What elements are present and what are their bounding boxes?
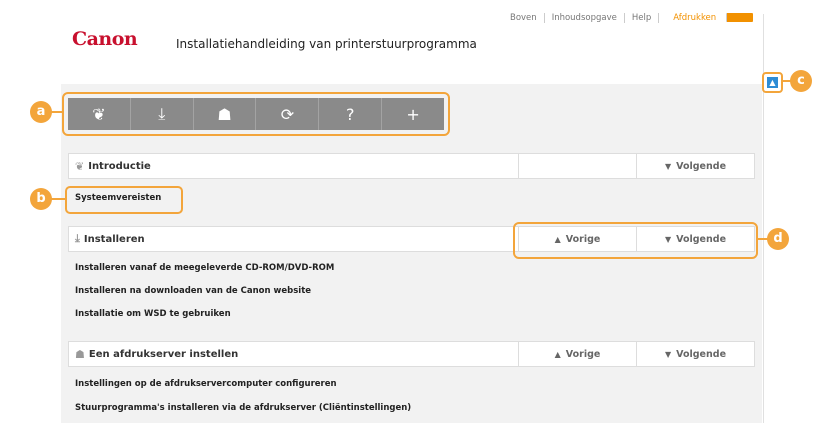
- callout-line-b: [51, 198, 66, 200]
- link-boven[interactable]: Boven: [503, 13, 544, 23]
- download-icon[interactable]: ⤓: [131, 98, 194, 130]
- callout-b: b: [30, 188, 52, 210]
- printer-icon: [726, 13, 754, 22]
- callout-d: d: [767, 228, 789, 250]
- link-help[interactable]: Help: [623, 13, 658, 23]
- highlight-nav: [513, 222, 758, 259]
- link-install-wsd[interactable]: Installatie om WSD te gebruiken: [75, 309, 231, 319]
- toolbar-highlight: ❦ ⤓ ☗ ⟳ ? +: [62, 92, 450, 136]
- prev-empty: [518, 154, 636, 178]
- section-title: Installeren: [83, 233, 145, 245]
- triangle-up-icon: ▲: [554, 349, 561, 359]
- prev-button[interactable]: ▲ Vorige: [518, 342, 636, 366]
- arrow-up-icon: ▲: [767, 77, 778, 88]
- link-inhoudsopgave[interactable]: Inhoudsopgave: [543, 13, 624, 23]
- section-title: Introductie: [88, 160, 151, 172]
- callout-c: c: [790, 70, 812, 92]
- back-to-top-button[interactable]: ▲: [762, 72, 783, 93]
- callout-a: a: [30, 101, 52, 123]
- download-icon: ⤓: [75, 232, 80, 245]
- plus-icon[interactable]: +: [382, 98, 444, 130]
- sprout-icon: ❦: [75, 159, 85, 173]
- link-afdrukken[interactable]: Afdrukken: [658, 13, 760, 23]
- network-icon[interactable]: ☗: [194, 98, 257, 130]
- link-afdrukserver-config[interactable]: Instellingen op de afdrukservercomputer …: [75, 379, 337, 389]
- canon-logo: Canon: [72, 28, 138, 50]
- link-install-download[interactable]: Installeren na downloaden van de Canon w…: [75, 286, 311, 296]
- callout-line-a: [51, 111, 64, 113]
- toolbar: ❦ ⤓ ☗ ⟳ ? +: [68, 98, 444, 130]
- triangle-down-icon: ▼: [664, 161, 672, 171]
- next-button[interactable]: ▼ Volgende: [636, 154, 754, 178]
- top-links: Boven Inhoudsopgave Help Afdrukken: [503, 13, 760, 23]
- help-icon[interactable]: ?: [319, 98, 383, 130]
- sprout-icon[interactable]: ❦: [68, 98, 131, 130]
- link-install-cd[interactable]: Installeren vanaf de meegeleverde CD-ROM…: [75, 263, 334, 273]
- network-icon: ☗: [75, 347, 85, 361]
- refresh-icon[interactable]: ⟳: [256, 98, 320, 130]
- section-header-afdrukserver: ☗ Een afdrukserver instellen ▲ Vorige ▼ Vol…: [68, 341, 755, 367]
- page-title: Installatiehandleiding van printerstuurp…: [176, 37, 477, 51]
- section-header-introductie: ❦ Introductie ▼ Volgende: [68, 153, 755, 179]
- triangle-down-icon: ▼: [664, 349, 672, 359]
- link-client-settings[interactable]: Stuurprogramma's installeren via de afdr…: [75, 403, 411, 413]
- link-systeemvereisten[interactable]: Systeemvereisten: [75, 193, 161, 203]
- next-button[interactable]: ▼ Volgende: [636, 342, 754, 366]
- section-title: Een afdrukserver instellen: [88, 348, 239, 360]
